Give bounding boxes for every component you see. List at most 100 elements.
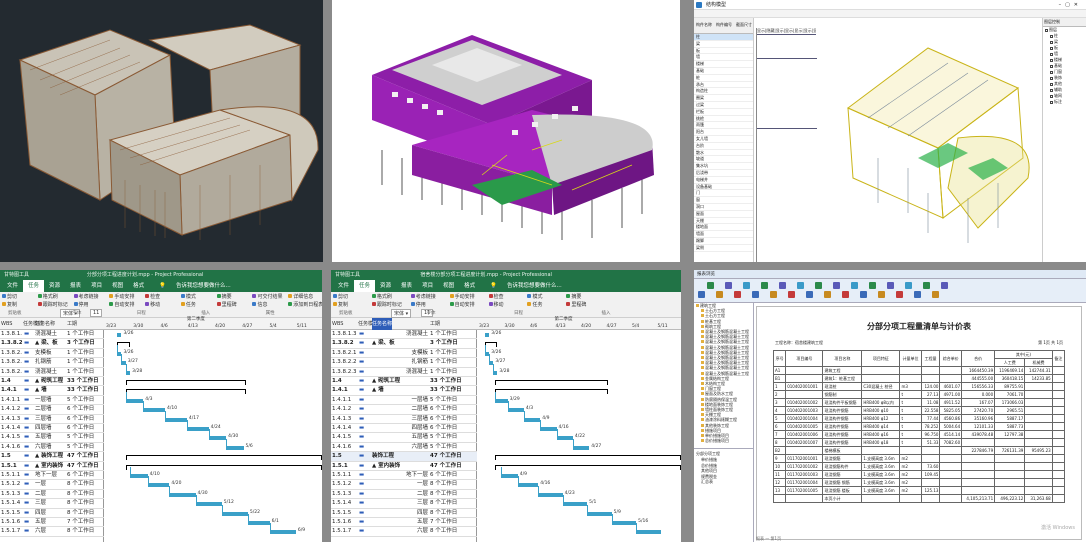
ribbon-button[interactable]: 移动	[150, 301, 160, 308]
component-list-item[interactable]: 墙	[694, 54, 753, 62]
table-row[interactable]: 1.4 ▬ ▲ 砌筑工程 33 个工作日	[0, 377, 104, 387]
component-list-item[interactable]: 雨篷	[694, 122, 753, 130]
task-bar[interactable]	[143, 408, 166, 413]
table-row[interactable]: 1.5.1.7 ▬ 六层 8 个工作日	[0, 527, 104, 537]
task-bar[interactable]	[186, 427, 209, 431]
table-row[interactable]: 1.4 ▬ ▲ 砌筑工程 33 个工作日	[331, 377, 477, 387]
table-row[interactable]: 1.3.8.1.3▬ 浇混凝土1 个工作日	[331, 330, 477, 340]
task-bar[interactable]	[507, 408, 524, 413]
table-row[interactable]: 1.5.1.2 ▬ 一层 8 个工作日	[331, 480, 477, 490]
tab-4[interactable]: 项目	[417, 280, 438, 292]
table-row[interactable]: 1.5.1 ▬ ▲ 室内装饰 47 个工作日	[0, 462, 104, 471]
ribbon-button[interactable]: 复制	[7, 301, 17, 308]
table-row[interactable]: 1.5.1.2 ▬ 一层 8 个工作日	[0, 480, 104, 490]
tab-3[interactable]: 报表	[65, 280, 86, 292]
bill-row[interactable]: 1 010402001001 现浇桩 C30混凝土 桩径 m3 124.00 4601.07…	[772, 382, 1066, 391]
table-row[interactable]: 1.5.1.7 ▬ 六层 8 个工作日	[331, 527, 477, 537]
toolbar-button-icon[interactable]	[869, 282, 876, 289]
summary-bar[interactable]	[125, 455, 322, 461]
component-list-item[interactable]: 柱	[694, 34, 753, 41]
tab-6[interactable]: 格式	[128, 280, 149, 292]
task-bar[interactable]	[247, 521, 270, 525]
table-row[interactable]: 1.5.1.5 ▬ 四层 8 个工作日	[0, 509, 104, 518]
3d-viewport[interactable]	[818, 18, 1040, 262]
ribbon-button[interactable]: 跟踪时标记	[43, 301, 68, 308]
column-header[interactable]: 工期	[430, 318, 440, 330]
toolbar-button-icon[interactable]	[941, 282, 948, 289]
component-list-item[interactable]: 板	[694, 48, 753, 55]
tab-2[interactable]: 资源	[44, 280, 65, 292]
ribbon-button[interactable]: 摘要	[571, 293, 581, 300]
ribbon-button[interactable]: 信息	[257, 301, 267, 308]
toolbar-button-icon[interactable]	[824, 291, 831, 298]
bill-row[interactable]: 11 011702001003 现浇钢筋 1.支模高度 3.6m m2 109.45	[772, 470, 1066, 479]
summary-bar[interactable]	[125, 389, 246, 395]
summary-bar[interactable]	[117, 342, 131, 348]
tab-0[interactable]: 文件	[333, 280, 354, 292]
toolbar-button-icon[interactable]	[815, 282, 822, 289]
toolbar-button-icon[interactable]	[698, 291, 705, 298]
tell-me-input[interactable]: 💡 告诉我您想要做什么...	[149, 280, 241, 292]
task-bar[interactable]	[540, 427, 557, 431]
ribbon-button[interactable]: 模式	[186, 293, 196, 300]
font-size-select[interactable]: 11	[90, 309, 103, 317]
toolbar-button-icon[interactable]	[806, 291, 813, 298]
table-row[interactable]: 1.3.8.2.3▬浇混凝土1 个工作日	[331, 368, 477, 377]
ribbon-button[interactable]: 移动	[494, 301, 504, 308]
task-bar[interactable]	[501, 474, 518, 478]
ribbon-button[interactable]: 剪切	[7, 293, 17, 300]
table-row[interactable]: 1.4.1 ▬ ▲ 墙 33 个工作日	[0, 386, 104, 396]
summary-bar[interactable]	[485, 342, 498, 348]
table-row[interactable]: 1.4.1.5 ▬ 五层墙 5 个工作日	[331, 433, 477, 443]
table-row[interactable]: 1.5.1.3 ▬ 二层 8 个工作日	[331, 490, 477, 500]
ribbon-button[interactable]: 剪切	[338, 293, 348, 300]
task-bar[interactable]	[495, 398, 508, 403]
component-list-item[interactable]: 构造柱	[694, 88, 753, 96]
checkbox-icon[interactable]	[1050, 46, 1053, 50]
checkbox-icon[interactable]	[1050, 100, 1053, 104]
table-row[interactable]: 1.5.1.6 ▬ 五层 7 个工作日	[331, 518, 477, 528]
summary-bar[interactable]	[495, 455, 681, 461]
font-select[interactable]: 宋体 ▾	[391, 309, 412, 318]
ribbon-button[interactable]: 里程碑	[222, 301, 237, 308]
checkbox-icon[interactable]	[1050, 52, 1053, 56]
bill-row[interactable]: 4 010402001003 现浇构件钢筋 HRB400 φ10 t 22.558 5825…	[772, 406, 1066, 415]
summary-bar[interactable]	[495, 380, 608, 385]
component-list-item[interactable]: 窗	[694, 197, 753, 204]
bill-row[interactable]: 7 010402001006 现浇构件钢筋 HRB400 φ16 t 96.750 4514…	[772, 430, 1066, 439]
tab-0[interactable]: 文件	[2, 280, 23, 292]
task-bar[interactable]	[169, 492, 196, 497]
bill-row[interactable]: 8 010402001007 现浇构件钢筋 HRB400 φ18 t 51.33 7082.…	[772, 438, 1066, 447]
task-bar[interactable]	[636, 530, 661, 535]
toolbar-button-icon[interactable]	[788, 291, 795, 298]
component-list-item[interactable]: 过梁	[694, 102, 753, 109]
bill-row[interactable]: 5 010402001004 现浇构件钢筋 HRB400 φ12 t 77.44 4560.…	[772, 414, 1066, 423]
component-list-item[interactable]: 阳台	[694, 129, 753, 136]
ribbon-button[interactable]: 检查	[494, 293, 504, 300]
component-list-item[interactable]: 设备基础	[694, 184, 753, 191]
checkbox-icon[interactable]	[1050, 34, 1053, 38]
bill-row[interactable]: 2 钢筋制 t 27.13 4971.00 0.000 7061.70	[772, 390, 1066, 399]
toolbar-button-icon[interactable]	[887, 282, 894, 289]
table-row[interactable]: 1.3.8.2.1▬ 支模板1 个工作日	[331, 349, 477, 359]
table-row[interactable]: 1.4.1.3 ▬ 三层墙 6 个工作日	[0, 415, 104, 424]
toolbar-button-icon[interactable]	[923, 282, 930, 289]
component-list-item[interactable]: 洞口	[694, 204, 753, 211]
task-bar[interactable]	[493, 370, 498, 375]
column-header[interactable]: 工期	[67, 318, 77, 330]
component-list-item[interactable]: 女儿墙	[694, 136, 753, 143]
ribbon-button[interactable]: 跟踪时标记	[377, 301, 402, 308]
table-row[interactable]: 1.3.8.2.3▬浇混凝土1 个工作日	[0, 368, 104, 377]
ribbon-button[interactable]: 任务	[186, 301, 196, 308]
table-row[interactable]: 1.4.1.4 ▬ 四层墙 6 个工作日	[331, 424, 477, 434]
component-list-item[interactable]: 墙面	[694, 231, 753, 238]
table-row[interactable]: 1.3.8.2 ▬ ▲ 梁、板 3 个工作日	[331, 339, 477, 349]
checkbox-icon[interactable]	[1050, 76, 1053, 80]
table-row[interactable]: 1.5.1 ▬ ▲ 室内装饰 47 个工作日	[331, 462, 477, 471]
column-header[interactable]: WBS	[1, 318, 12, 330]
toolbar-button-icon[interactable]	[878, 291, 885, 298]
checkbox-icon[interactable]	[1050, 70, 1053, 74]
toolbar-button-icon[interactable]	[851, 282, 858, 289]
ribbon-button[interactable]: 复制	[338, 301, 348, 308]
toolbar-button-icon[interactable]	[833, 282, 840, 289]
